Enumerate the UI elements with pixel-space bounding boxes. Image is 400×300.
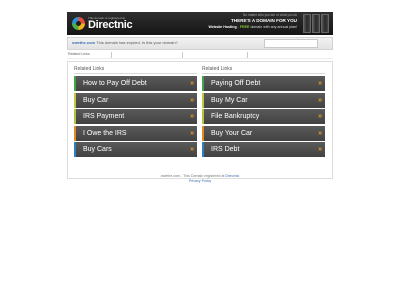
related-link-file-bankruptcy[interactable]: File Bankruptcy » [202, 109, 325, 125]
double-arrow-icon: » [190, 146, 194, 154]
link-accent [202, 109, 204, 125]
link-accent [74, 76, 76, 91]
related-link-irs-payment[interactable]: IRS Payment » [74, 109, 197, 125]
double-arrow-icon: » [190, 129, 194, 137]
logo-name: Directnic [88, 18, 133, 31]
related-link-i-owe-the-irs[interactable]: I Owe the IRS » [74, 125, 197, 141]
server-icon [321, 14, 329, 33]
link-accent [74, 109, 76, 125]
double-arrow-icon: » [190, 80, 194, 87]
link-label: Buy Cars [83, 146, 112, 154]
banner-hosting-offer: Website Hosting - FREE domain with any a… [208, 24, 297, 29]
server-icon [303, 14, 311, 33]
link-label: I Owe the IRS [83, 129, 127, 137]
hosting-free: FREE [239, 24, 250, 29]
directnic-logo-icon [72, 17, 85, 30]
link-accent [202, 76, 204, 91]
column-title: Related Links [202, 66, 233, 72]
link-label: Buy My Car [211, 96, 248, 104]
server-image [303, 14, 329, 33]
related-link-how-to-pay-off-debt[interactable]: How to Pay Off Debt » [74, 76, 197, 91]
directnic-logo[interactable]: This domain is registered at Directnic [72, 15, 133, 32]
registrar-link[interactable]: Directnic [225, 174, 239, 178]
banner-promo: No matter who you are or what you do THE… [208, 13, 297, 29]
left-links-column: Related Links How to Pay Off Debt » Buy … [74, 66, 197, 159]
notice-domain[interactable]: owethe.com [72, 40, 95, 45]
related-links-strip: Related Links [67, 52, 333, 59]
link-accent [202, 125, 204, 141]
link-label: Buy Car [83, 96, 109, 104]
double-arrow-icon: » [318, 146, 322, 154]
related-link-buy-my-car[interactable]: Buy My Car » [202, 92, 325, 108]
link-label: How to Pay Off Debt [83, 80, 147, 87]
strip-divider [111, 52, 112, 58]
link-label: Buy Your Car [211, 129, 253, 137]
related-link-paying-off-debt[interactable]: Paying Off Debt » [202, 76, 325, 91]
double-arrow-icon: » [318, 80, 322, 87]
link-label: IRS Debt [211, 146, 240, 154]
column-divider [202, 73, 325, 74]
directnic-banner[interactable]: This domain is registered at Directnic N… [67, 12, 333, 35]
link-label: File Bankruptcy [211, 113, 260, 121]
related-link-buy-your-car[interactable]: Buy Your Car » [202, 125, 325, 141]
link-accent [202, 92, 204, 108]
notice-message: This domain has expired. Is this your do… [96, 40, 178, 45]
link-label: Paying Off Debt [211, 80, 261, 87]
link-label: IRS Payment [83, 113, 125, 121]
page-container: This domain is registered at Directnic N… [67, 12, 333, 179]
strip-divider [182, 52, 183, 58]
right-links-column: Related Links Paying Off Debt » Buy My C… [202, 66, 325, 159]
privacy-policy-link[interactable]: Privacy Policy [189, 179, 211, 183]
double-arrow-icon: » [318, 113, 322, 121]
strip-divider [247, 52, 248, 58]
link-accent [74, 125, 76, 141]
double-arrow-icon: » [318, 96, 322, 104]
link-accent [74, 92, 76, 108]
expired-notice-bar: owethe.com This domain has expired. Is t… [67, 37, 333, 50]
search-input[interactable] [264, 39, 318, 48]
footer-text: owethe.com - This Domain registered at [160, 174, 225, 178]
double-arrow-icon: » [318, 129, 322, 137]
related-link-irs-debt[interactable]: IRS Debt » [202, 142, 325, 158]
column-divider [74, 73, 197, 74]
related-link-buy-cars[interactable]: Buy Cars » [74, 142, 197, 158]
related-links-panel: Related Links How to Pay Off Debt » Buy … [67, 61, 333, 179]
server-icon [312, 14, 320, 33]
hosting-text: domain with any annual plan! [250, 24, 297, 29]
hosting-label: Website Hosting [208, 24, 237, 29]
page-footer: owethe.com - This Domain registered at D… [0, 174, 400, 183]
link-accent [202, 142, 204, 158]
link-accent [74, 142, 76, 158]
double-arrow-icon: » [190, 96, 194, 104]
column-title: Related Links [74, 66, 105, 72]
banner-headline: THERE'S A DOMAIN FOR YOU [230, 17, 297, 23]
strip-label: Related Links [68, 52, 90, 56]
related-link-buy-car[interactable]: Buy Car » [74, 92, 197, 108]
double-arrow-icon: » [190, 113, 194, 121]
